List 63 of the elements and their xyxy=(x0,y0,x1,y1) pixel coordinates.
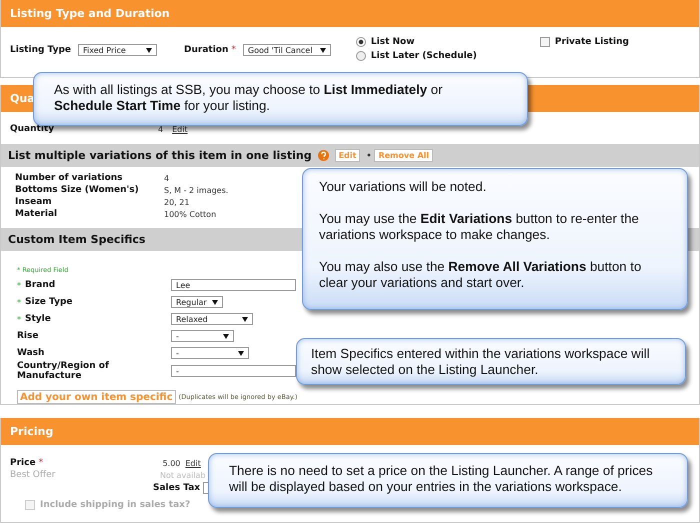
caret-icon xyxy=(238,350,244,356)
caret-icon xyxy=(320,48,326,52)
callout-text: As with all listings at SSB, you may choose to List Immediately or Schedule Start Time for your listing. xyxy=(54,82,442,113)
callout-text: Your variations will be noted. xyxy=(319,179,486,194)
best-offer-value: Not availab xyxy=(160,470,206,480)
variation-label: Bottoms Size (Women's) xyxy=(15,185,140,195)
field-label: Brand xyxy=(25,280,56,290)
field-label: Sales Tax xyxy=(153,483,200,493)
field-label: Price xyxy=(10,458,36,468)
field-label: Size Type xyxy=(25,297,73,307)
field-select[interactable]: - xyxy=(171,347,249,359)
field-select[interactable]: Regular xyxy=(171,296,223,308)
edit-link[interactable]: Edit xyxy=(172,124,188,134)
text-field[interactable]: Lee xyxy=(171,279,296,291)
radio-button[interactable] xyxy=(356,37,366,47)
field-label: Country/Region of Manufacture xyxy=(17,361,110,381)
checkbox[interactable] xyxy=(540,37,550,47)
required-mark: * xyxy=(38,458,44,468)
callout-text: Item Specifics entered within the variations workspace will show selected on the Listing Launcher. xyxy=(311,346,650,377)
duration-select[interactable]: Good 'Til Cancel xyxy=(242,44,331,56)
field-label: Style xyxy=(25,314,51,324)
callout-text: You may use the Edit Variations button to re-enter the variations workspace to make changes. xyxy=(319,211,639,242)
caret-icon xyxy=(212,300,218,304)
separator: • xyxy=(366,151,372,160)
variation-label: Inseam xyxy=(15,197,53,207)
caret-icon xyxy=(146,48,152,52)
caret-icon xyxy=(242,316,248,322)
field-select[interactable]: - xyxy=(171,330,234,342)
required-mark: * xyxy=(231,45,236,55)
checkbox-label: Private Listing xyxy=(554,37,629,47)
variation-label: Material xyxy=(15,209,58,219)
caret-icon xyxy=(223,334,229,338)
field-label: Wash xyxy=(17,348,44,358)
checkbox-label: Include shipping in sales tax? xyxy=(40,500,190,510)
field-label: Quantity xyxy=(10,124,56,134)
required-mark: * xyxy=(17,280,21,290)
radio-label: List Now xyxy=(370,37,415,47)
radio-button[interactable] xyxy=(356,51,366,61)
callout-text: There is no need to set a price on the Listing Launcher. A range of prices will be displayed based on your entries in the variations workspace. xyxy=(229,463,653,494)
variation-value: S, M - 2 images. xyxy=(164,186,228,194)
required-mark: * xyxy=(17,298,21,306)
radio-label: List Later (Schedule) xyxy=(370,51,477,61)
listing-type-select[interactable]: Fixed Price xyxy=(78,44,158,56)
variation-value: 20, 21 xyxy=(164,198,190,206)
field-select[interactable]: Relaxed xyxy=(171,313,253,325)
variation-value: 4 xyxy=(164,174,170,182)
section-title: Listing Type and Duration xyxy=(1,0,699,27)
section-title: List multiple variations of this item in one listing xyxy=(8,149,312,162)
section-title: Pricing xyxy=(1,418,699,445)
field-label: Duration xyxy=(184,45,228,55)
field-label: Best Offer xyxy=(10,470,56,480)
variation-value: 100% Cotton xyxy=(164,210,216,218)
help-icon[interactable] xyxy=(318,150,329,161)
field-label: Listing Type xyxy=(10,45,72,55)
callout-text: You may also use the Remove All Variations button to clear your variations and start over. xyxy=(319,259,642,290)
field-label: Rise xyxy=(17,331,38,341)
text-field[interactable]: - xyxy=(171,365,296,377)
required-mark: * xyxy=(17,314,21,324)
variation-label: Number of variations xyxy=(15,173,124,183)
quantity-value: 4 xyxy=(158,124,164,134)
edit-link[interactable]: Edit xyxy=(185,458,201,468)
section-title: Custom Item Specifics xyxy=(8,233,146,246)
price-value: 5.00 xyxy=(162,458,180,468)
